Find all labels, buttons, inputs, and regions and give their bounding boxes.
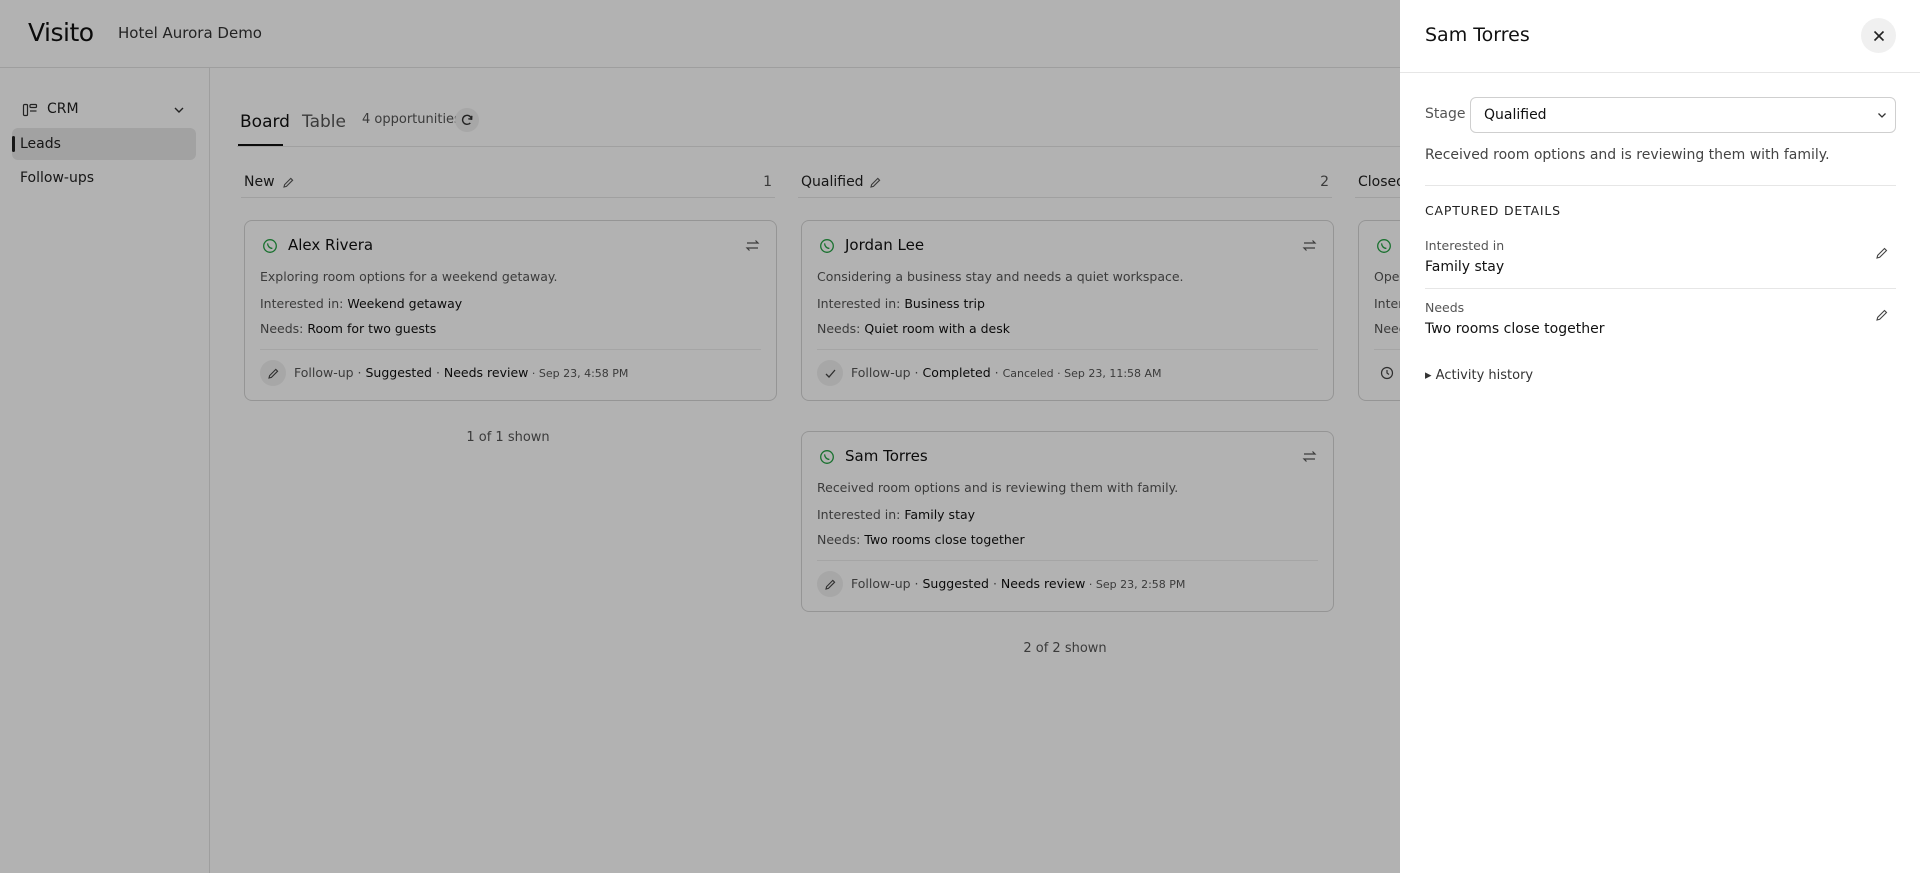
pencil-icon[interactable] (1875, 308, 1889, 322)
drawer-header-divider (1400, 72, 1920, 73)
modal-backdrop[interactable] (0, 0, 1400, 873)
stage-label: Stage (1425, 106, 1466, 122)
activity-history-toggle[interactable]: ▸ Activity history (1425, 368, 1533, 383)
summary-divider (1425, 185, 1896, 186)
stage-select[interactable]: Qualified (1470, 97, 1896, 133)
stage-value: Qualified (1484, 107, 1547, 123)
drawer-title: Sam Torres (1425, 24, 1530, 46)
chevron-down-icon (1878, 113, 1886, 118)
lead-summary: Received room options and is reviewing t… (1425, 147, 1830, 163)
app-shell: Visito Hotel Aurora Demo CRM Leads Follo… (0, 0, 1920, 873)
field-divider (1425, 288, 1896, 289)
lead-detail-drawer: Sam Torres Stage Qualified Received room… (1400, 0, 1920, 873)
captured-details-heading: CAPTURED DETAILS (1425, 203, 1561, 218)
field-value-needs: Two rooms close together (1425, 321, 1605, 337)
field-value-interested: Family stay (1425, 259, 1505, 275)
field-label-interested: Interested in (1425, 238, 1505, 253)
field-label-needs: Needs (1425, 300, 1465, 315)
pencil-icon[interactable] (1875, 246, 1889, 260)
close-button[interactable] (1861, 18, 1896, 53)
close-icon (1873, 30, 1884, 41)
